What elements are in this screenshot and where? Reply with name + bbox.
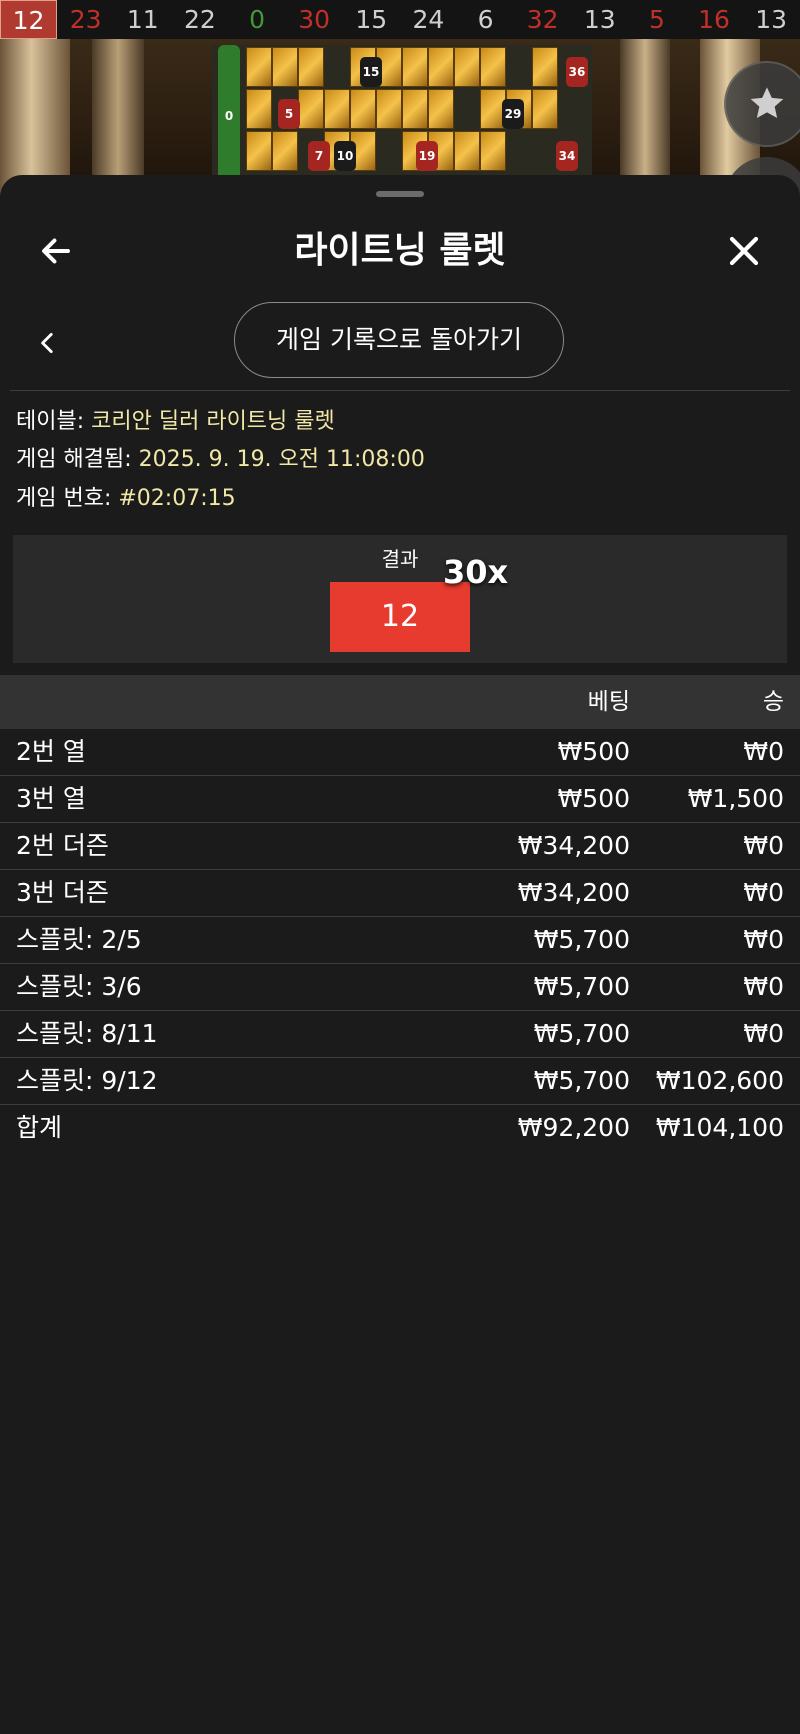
win-amount: ₩0	[743, 925, 784, 954]
history-number: 13	[755, 5, 788, 34]
bet-name: 3번 열	[16, 784, 86, 813]
table-row: 2번 더즌 ₩34,200 ₩0	[0, 823, 800, 870]
bet-name: 스플릿: 2/5	[16, 925, 142, 954]
back-to-history-button[interactable]: 게임 기록으로 돌아가기	[234, 302, 564, 378]
total-row: 합계 ₩92,200 ₩104,100	[0, 1105, 800, 1151]
game-number-value: #02:07:15	[118, 486, 236, 511]
board-chip: 10	[334, 141, 356, 171]
history-number: 12	[0, 0, 58, 39]
board-chip: 19	[416, 141, 438, 171]
lightning-multiplier: 30x	[443, 553, 509, 591]
chevron-left-icon	[41, 332, 53, 354]
previous-button[interactable]	[20, 315, 76, 371]
result-number: 12	[330, 582, 470, 652]
bets-table: 베팅 승 2번 열 ₩500 ₩0 3번 열 ₩500 ₩1,500 2번 더즌…	[0, 675, 800, 1151]
bet-amount: ₩5,700	[533, 925, 630, 954]
resolved-value: 2025. 9. 19. 오전 11:08:00	[138, 447, 425, 472]
history-number: 0	[249, 5, 266, 34]
table-info: 테이블: 코리안 딜러 라이트닝 룰렛	[16, 407, 335, 437]
win-amount: ₩0	[743, 878, 784, 907]
total-label: 합계	[16, 1113, 63, 1142]
sheet-title: 라이트닝 룰렛	[294, 230, 506, 271]
bet-name: 스플릿: 3/6	[16, 972, 142, 1001]
header-win: 승	[762, 689, 784, 715]
bet-amount: ₩500	[557, 784, 630, 813]
bet-name: 2번 열	[16, 737, 86, 766]
bet-name: 3번 더즌	[16, 878, 109, 907]
history-number: 23	[69, 5, 102, 34]
table-label: 테이블:	[16, 409, 92, 434]
table-row: 스플릿: 3/6 ₩5,700 ₩0	[0, 964, 800, 1011]
win-amount: ₩0	[743, 737, 784, 766]
history-number: 15	[355, 5, 388, 34]
result-panel: 결과 12 30x	[13, 535, 787, 663]
bets-table-header: 베팅 승	[0, 675, 800, 729]
board-chip: 0	[218, 101, 240, 131]
win-amount: ₩102,600	[655, 1066, 784, 1095]
favorite-button[interactable]	[724, 61, 800, 147]
header-bet: 베팅	[587, 689, 630, 715]
close-button[interactable]	[716, 223, 772, 279]
back-button[interactable]	[28, 223, 84, 279]
game-detail-sheet: 라이트닝 룰렛 게임 기록으로 돌아가기 테이블: 코리안 딜러 라이트닝 룰렛…	[0, 175, 800, 1734]
bet-amount: ₩5,700	[533, 1019, 630, 1048]
win-amount: ₩0	[743, 972, 784, 1001]
close-icon	[729, 236, 759, 266]
bet-name: 2번 더즌	[16, 831, 109, 860]
history-number: 13	[583, 5, 616, 34]
recent-results-strip: 12 23 11 22 0 30 15 24 6 32 13 5 16 13	[0, 0, 800, 39]
table-row: 2번 열 ₩500 ₩0	[0, 729, 800, 776]
drag-handle[interactable]	[376, 191, 424, 197]
history-number: 5	[648, 5, 665, 34]
total-bet: ₩92,200	[517, 1113, 630, 1142]
history-number: 16	[698, 5, 730, 34]
table-row: 스플릿: 2/5 ₩5,700 ₩0	[0, 917, 800, 964]
board-chip: 36	[566, 57, 588, 87]
history-number: 32	[526, 5, 559, 34]
board-chip: 15	[360, 57, 382, 87]
arrow-left-icon	[42, 238, 70, 264]
bet-name: 스플릿: 9/12	[16, 1066, 158, 1095]
table-row: 스플릿: 9/12 ₩5,700 ₩102,600	[0, 1058, 800, 1105]
total-win: ₩104,100	[655, 1113, 784, 1142]
history-number: 6	[477, 5, 494, 34]
result-label: 결과	[381, 547, 419, 571]
bet-amount: ₩34,200	[517, 831, 630, 860]
history-number: 24	[412, 5, 445, 34]
star-icon	[750, 87, 784, 118]
divider	[10, 390, 790, 391]
board-chip: 7	[308, 141, 330, 171]
game-number-label: 게임 번호:	[16, 486, 119, 511]
board-chip: 5	[278, 99, 300, 129]
board-chip: 29	[502, 99, 524, 129]
history-number: 30	[298, 5, 331, 34]
bet-amount: ₩34,200	[517, 878, 630, 907]
game-number-info: 게임 번호: #02:07:15	[16, 484, 236, 514]
win-amount: ₩0	[743, 831, 784, 860]
resolved-info: 게임 해결됨: 2025. 9. 19. 오전 11:08:00	[16, 445, 425, 475]
table-row: 3번 더즌 ₩34,200 ₩0	[0, 870, 800, 917]
win-amount: ₩1,500	[687, 784, 784, 813]
history-number: 22	[184, 5, 216, 34]
history-number: 11	[126, 5, 159, 34]
board-chip: 34	[556, 141, 578, 171]
table-row: 스플릿: 8/11 ₩5,700 ₩0	[0, 1011, 800, 1058]
table-value: 코리안 딜러 라이트닝 룰렛	[91, 409, 335, 434]
bet-amount: ₩5,700	[533, 1066, 630, 1095]
bet-name: 스플릿: 8/11	[16, 1019, 158, 1048]
bet-amount: ₩500	[557, 737, 630, 766]
win-amount: ₩0	[743, 1019, 784, 1048]
table-row: 3번 열 ₩500 ₩1,500	[0, 776, 800, 823]
bet-amount: ₩5,700	[533, 972, 630, 1001]
resolved-label: 게임 해결됨:	[16, 447, 139, 472]
